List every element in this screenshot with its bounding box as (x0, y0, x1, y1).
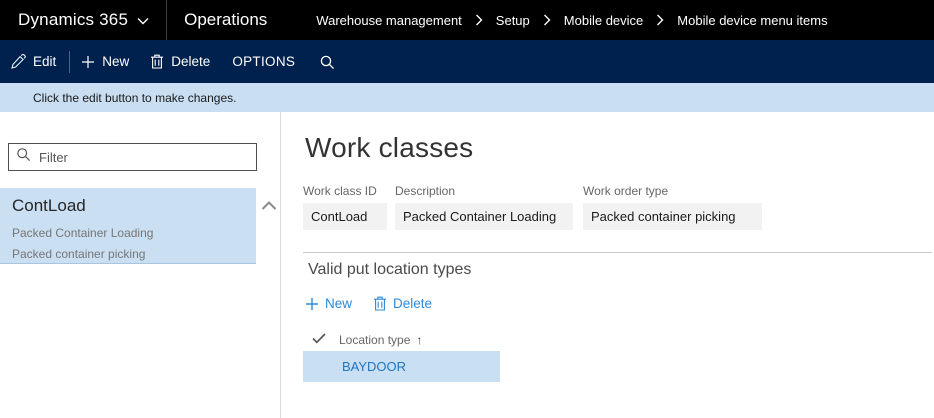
breadcrumb-setup[interactable]: Setup (496, 13, 530, 28)
trash-icon (150, 54, 164, 69)
main-content: Work classes Work class ID ContLoad Desc… (281, 112, 934, 418)
edit-button-label: Edit (33, 54, 56, 69)
page-title: Work classes (305, 132, 473, 164)
field-label: Work class ID (303, 184, 387, 198)
topbar-divider (166, 0, 167, 40)
field-work-order-type: Work order type Packed container picking (583, 184, 762, 230)
list-item-description: Packed Container Loading (12, 223, 256, 244)
field-label: Description (395, 184, 573, 198)
info-message-text: Click the edit button to make changes. (33, 91, 236, 105)
breadcrumb: Warehouse management Setup Mobile device… (316, 13, 827, 28)
command-search-button[interactable] (319, 54, 335, 70)
grid-cell-location-type: BAYDOOR (342, 359, 406, 374)
grid-toolbar: New Delete (305, 296, 432, 311)
new-button[interactable]: New (81, 54, 129, 69)
field-value-work-order-type[interactable]: Packed container picking (583, 203, 762, 230)
delete-button-label: Delete (171, 54, 210, 69)
chevron-right-icon (543, 14, 551, 26)
record-list-panel: ContLoad Packed Container Loading Packed… (0, 112, 281, 418)
field-label: Work order type (583, 184, 762, 198)
list-item-title: ContLoad (12, 196, 256, 216)
field-value-work-class-id[interactable]: ContLoad (303, 203, 387, 230)
command-bar: Edit New Delete OPTIONS (0, 40, 934, 83)
grid-header-row: Location type ↑ (303, 331, 422, 349)
chevron-down-icon (137, 10, 149, 30)
field-value-description[interactable]: Packed Container Loading (395, 203, 573, 230)
grid-delete-label: Delete (393, 296, 432, 311)
info-message-bar: Click the edit button to make changes. (0, 83, 934, 112)
list-item-work-order-type: Packed container picking (12, 244, 256, 265)
chevron-right-icon (475, 14, 483, 26)
grid-delete-button[interactable]: Delete (373, 296, 432, 311)
list-item-contload[interactable]: ContLoad Packed Container Loading Packed… (0, 188, 256, 264)
section-title: Valid put location types (308, 261, 471, 279)
top-navigation-bar: Dynamics 365 Operations Warehouse manage… (0, 0, 934, 40)
breadcrumb-mobile-device[interactable]: Mobile device (564, 13, 644, 28)
section-divider (303, 252, 932, 253)
pencil-icon (10, 54, 26, 70)
delete-button[interactable]: Delete (150, 54, 210, 69)
filter-box (8, 143, 257, 171)
app-name[interactable]: Operations (184, 10, 267, 30)
search-icon (16, 147, 31, 167)
edit-button[interactable]: Edit (10, 54, 56, 70)
grid-new-button[interactable]: New (305, 296, 352, 311)
field-description: Description Packed Container Loading (395, 184, 573, 230)
breadcrumb-mobile-device-menu-items[interactable]: Mobile device menu items (677, 13, 827, 28)
trash-icon (373, 296, 387, 311)
commandbar-divider (69, 51, 70, 73)
plus-icon (81, 55, 95, 69)
select-column-check-icon[interactable] (312, 331, 326, 349)
breadcrumb-warehouse-management[interactable]: Warehouse management (316, 13, 462, 28)
column-header-location-type[interactable]: Location type (339, 333, 410, 347)
scroll-up-icon[interactable] (261, 198, 277, 208)
new-button-label: New (102, 54, 129, 69)
chevron-right-icon (656, 14, 664, 26)
dynamics-365-menu[interactable]: Dynamics 365 (18, 10, 149, 30)
filter-input[interactable] (39, 150, 229, 165)
field-work-class-id: Work class ID ContLoad (303, 184, 387, 230)
options-menu[interactable]: OPTIONS (232, 54, 295, 69)
plus-icon (305, 297, 319, 311)
product-name: Dynamics 365 (18, 10, 128, 30)
options-label: OPTIONS (232, 54, 295, 69)
sort-ascending-icon[interactable]: ↑ (416, 333, 422, 347)
grid-new-label: New (325, 296, 352, 311)
grid-row-baydoor[interactable]: BAYDOOR (303, 351, 500, 382)
search-icon (319, 54, 335, 70)
